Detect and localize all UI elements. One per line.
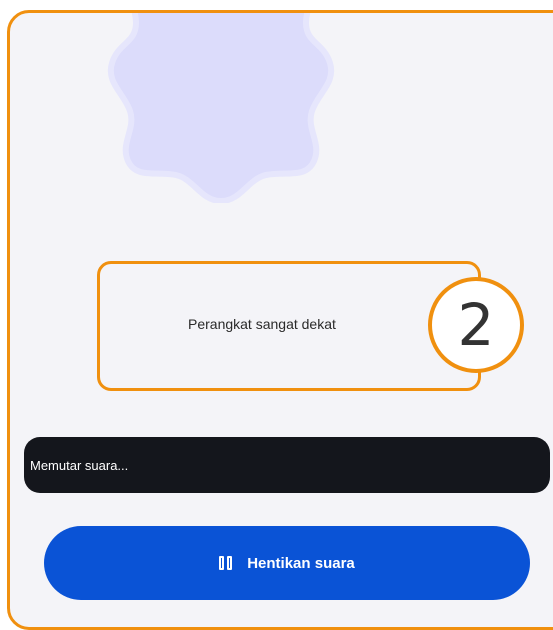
proximity-status-text: Perangkat sangat dekat [188, 316, 336, 332]
proximity-blob-graphic [107, 13, 335, 203]
playing-status-snackbar: Memutar suara... [24, 437, 550, 493]
stop-sound-label: Hentikan suara [247, 554, 355, 572]
playing-status-text: Memutar suara... [30, 457, 129, 473]
pause-icon [219, 556, 233, 570]
stop-sound-button[interactable]: Hentikan suara [44, 526, 530, 600]
step-number-badge: 2 [428, 277, 524, 373]
